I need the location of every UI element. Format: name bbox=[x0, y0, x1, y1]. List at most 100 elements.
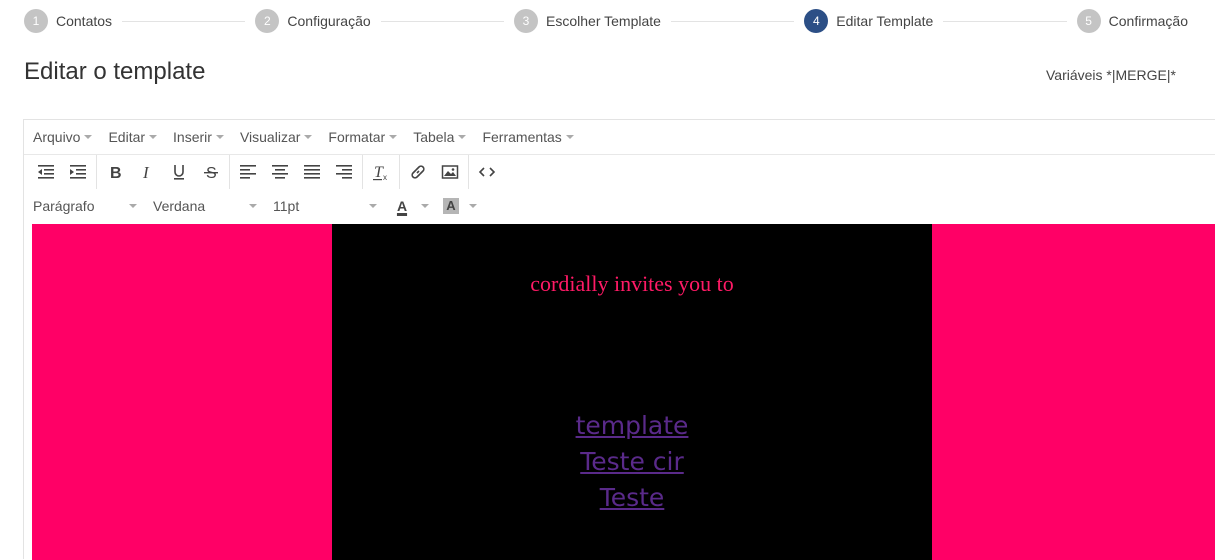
menu-editar[interactable]: Editar bbox=[108, 129, 158, 145]
template-links: template Teste cir Teste bbox=[332, 408, 932, 516]
merge-variables-link[interactable]: Variáveis *|MERGE|* bbox=[1046, 67, 1176, 83]
align-right-button[interactable] bbox=[328, 157, 360, 187]
step-number: 5 bbox=[1076, 9, 1101, 33]
bold-icon: B bbox=[110, 165, 122, 181]
clear-group: Tx bbox=[363, 155, 400, 189]
caret-down-icon bbox=[304, 135, 313, 139]
menu-label: Arquivo bbox=[33, 129, 81, 145]
menu-visualizar[interactable]: Visualizar bbox=[239, 129, 313, 145]
menu-inserir[interactable]: Inserir bbox=[173, 129, 224, 145]
step-configuracao[interactable]: 2 Configuração bbox=[255, 9, 371, 33]
step-connector bbox=[122, 20, 246, 22]
clear-format-button[interactable]: Tx bbox=[365, 157, 397, 187]
background-color-icon: A bbox=[443, 198, 459, 214]
step-contatos[interactable]: 1 Contatos bbox=[24, 9, 112, 33]
menu-formatar[interactable]: Formatar bbox=[328, 129, 398, 145]
align-left-icon bbox=[240, 165, 256, 179]
caret-down-icon bbox=[565, 135, 574, 139]
text-color-icon: A bbox=[396, 198, 408, 214]
svg-text:I: I bbox=[142, 163, 150, 181]
step-connector bbox=[380, 20, 505, 22]
font-family-value: Verdana bbox=[153, 198, 206, 214]
menu-label: Tabela bbox=[413, 129, 455, 145]
font-size-select[interactable]: 11pt bbox=[273, 198, 377, 214]
step-label: Confirmação bbox=[1108, 13, 1189, 29]
menu-label: Ferramentas bbox=[482, 129, 562, 145]
caret-down-icon bbox=[215, 135, 224, 139]
step-confirmacao[interactable]: 5 Confirmação bbox=[1076, 9, 1189, 33]
code-group bbox=[469, 155, 505, 189]
template-panel: cordially invites you to template Teste … bbox=[332, 224, 932, 560]
background-color-button[interactable]: A bbox=[443, 198, 477, 214]
align-center-icon bbox=[272, 165, 288, 179]
align-group bbox=[230, 155, 363, 189]
menu-label: Formatar bbox=[328, 129, 386, 145]
step-label: Escolher Template bbox=[546, 13, 661, 29]
caret-down-icon bbox=[84, 135, 93, 139]
indent-button[interactable] bbox=[62, 157, 94, 187]
caret-down-icon bbox=[469, 204, 477, 208]
svg-text:x: x bbox=[383, 173, 387, 181]
caret-down-icon bbox=[129, 204, 137, 208]
step-number: 4 bbox=[804, 9, 829, 33]
link-button[interactable] bbox=[402, 157, 434, 187]
font-family-select[interactable]: Verdana bbox=[153, 198, 257, 214]
align-left-button[interactable] bbox=[232, 157, 264, 187]
font-size-value: 11pt bbox=[273, 198, 300, 214]
menu-label: Visualizar bbox=[239, 129, 301, 145]
menu-tabela[interactable]: Tabela bbox=[413, 129, 467, 145]
clear-format-icon: Tx bbox=[373, 164, 387, 181]
menu-label: Inserir bbox=[173, 129, 212, 145]
strikethrough-button[interactable]: S bbox=[195, 157, 227, 187]
source-code-icon bbox=[478, 167, 496, 177]
link-template[interactable]: template bbox=[332, 408, 932, 444]
underline-icon bbox=[174, 165, 184, 180]
text-style-group: B I S bbox=[97, 155, 230, 189]
italic-button[interactable]: I bbox=[131, 157, 163, 187]
outdent-icon bbox=[38, 165, 54, 179]
invite-text: cordially invites you to bbox=[530, 271, 734, 296]
step-connector bbox=[943, 20, 1067, 22]
image-button[interactable] bbox=[434, 157, 466, 187]
step-label: Editar Template bbox=[836, 13, 934, 29]
format-select-toolbar: Parágrafo Verdana 11pt A A bbox=[24, 189, 1215, 223]
menu-ferramentas[interactable]: Ferramentas bbox=[482, 129, 574, 145]
align-justify-icon bbox=[304, 165, 320, 179]
caret-down-icon bbox=[389, 135, 398, 139]
link-teste[interactable]: Teste bbox=[332, 480, 932, 516]
editor-content-area[interactable]: cordially invites you to template Teste … bbox=[32, 224, 1215, 560]
svg-text:B: B bbox=[110, 165, 122, 181]
align-center-button[interactable] bbox=[264, 157, 296, 187]
caret-down-icon bbox=[369, 204, 377, 208]
align-justify-button[interactable] bbox=[296, 157, 328, 187]
step-number: 2 bbox=[255, 9, 280, 33]
indent-icon bbox=[70, 165, 86, 179]
step-escolher-template[interactable]: 3 Escolher Template bbox=[514, 9, 661, 33]
rich-text-editor: Arquivo Editar Inserir Visualizar Format… bbox=[23, 119, 1215, 560]
block-format-select[interactable]: Parágrafo bbox=[33, 198, 137, 214]
underline-button[interactable] bbox=[163, 157, 195, 187]
step-label: Configuração bbox=[287, 13, 371, 29]
menu-label: Editar bbox=[108, 129, 146, 145]
step-number: 3 bbox=[514, 9, 539, 33]
insert-group bbox=[400, 155, 469, 189]
bold-button[interactable]: B bbox=[99, 157, 131, 187]
outdent-button[interactable] bbox=[30, 157, 62, 187]
step-editar-template[interactable]: 4 Editar Template bbox=[804, 9, 933, 33]
caret-down-icon bbox=[149, 135, 158, 139]
link-teste-cir[interactable]: Teste cir bbox=[332, 444, 932, 480]
step-connector bbox=[670, 20, 795, 22]
indent-group bbox=[28, 155, 97, 189]
menu-arquivo[interactable]: Arquivo bbox=[33, 129, 93, 145]
link-icon bbox=[411, 165, 425, 179]
image-icon bbox=[441, 165, 459, 179]
strikethrough-icon: S bbox=[204, 165, 218, 181]
source-code-button[interactable] bbox=[471, 157, 503, 187]
wizard-stepper: 1 Contatos 2 Configuração 3 Escolher Tem… bbox=[24, 9, 1188, 33]
caret-down-icon bbox=[421, 204, 429, 208]
align-right-icon bbox=[336, 165, 352, 179]
editor-menubar: Arquivo Editar Inserir Visualizar Format… bbox=[24, 120, 1215, 155]
text-color-button[interactable]: A bbox=[393, 198, 429, 214]
italic-icon: I bbox=[142, 163, 150, 181]
step-number: 1 bbox=[24, 9, 48, 33]
